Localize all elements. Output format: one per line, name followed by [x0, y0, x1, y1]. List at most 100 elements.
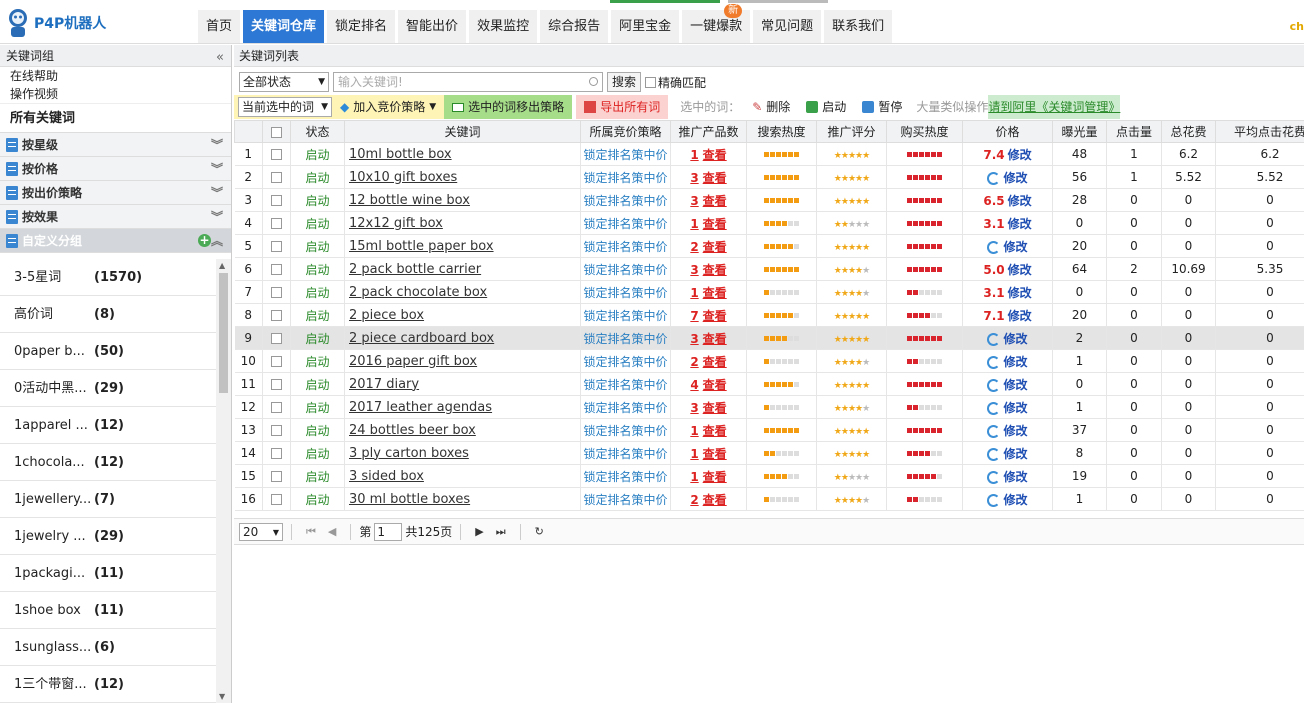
row-checkbox-cell[interactable] [262, 418, 291, 442]
sidebar-group-1[interactable]: 按价格 ︾ [0, 157, 231, 181]
strategy-link[interactable]: 锁定排名策中价 [580, 303, 671, 327]
nav-item-8[interactable]: 常见问题 [753, 10, 822, 43]
logo[interactable]: P4P机器人 [6, 8, 106, 38]
row-checkbox-cell[interactable] [262, 257, 291, 281]
prev-page-icon[interactable]: ◀ [328, 525, 336, 538]
status-cell[interactable]: 启动 [290, 487, 345, 511]
view-link[interactable]: 查看 [703, 493, 727, 507]
keyword-link[interactable]: 3 sided box [344, 464, 581, 488]
view-link[interactable]: 查看 [703, 447, 727, 461]
search-button[interactable]: 搜索 [607, 72, 642, 92]
row-checkbox[interactable] [271, 310, 282, 321]
view-link[interactable]: 查看 [703, 309, 727, 323]
row-checkbox-cell[interactable] [262, 372, 291, 396]
row-checkbox-cell[interactable] [262, 188, 291, 212]
status-cell[interactable]: 启动 [290, 349, 345, 373]
status-cell[interactable]: 启动 [290, 372, 345, 396]
nav-item-5[interactable]: 综合报告 [540, 10, 609, 43]
table-row[interactable]: 2 启动 10x10 gift boxes 锁定排名策中价 3 查看 ★★★★★ 修改 56 1 5… [234, 165, 1304, 189]
row-checkbox[interactable] [271, 195, 282, 206]
strategy-link[interactable]: 锁定排名策中价 [580, 349, 671, 373]
product-count[interactable]: 4 [690, 378, 698, 392]
row-checkbox-cell[interactable] [262, 142, 291, 166]
select-all-checkbox[interactable] [271, 126, 282, 138]
add-group-icon[interactable]: + [198, 234, 211, 247]
view-link[interactable]: 查看 [703, 355, 727, 369]
row-checkbox[interactable] [271, 402, 282, 413]
add-strategy-button[interactable]: ◆ 加入竞价策略 ▼ [340, 95, 436, 119]
list-item[interactable]: 0paper b... (50) [0, 333, 216, 370]
table-row[interactable]: 9 启动 2 piece cardboard box 锁定排名策中价 3 查看 ★★★★★ 修… [234, 326, 1304, 350]
remove-strategy-button[interactable]: 选中的词移出策略 [444, 95, 573, 119]
status-cell[interactable]: 启动 [290, 464, 345, 488]
chevron-down-icon[interactable]: ︾ [211, 181, 223, 205]
modify-link[interactable]: 修改 [1008, 286, 1032, 300]
strategy-link[interactable]: 锁定排名策中价 [580, 418, 671, 442]
modify-link[interactable]: 修改 [1003, 447, 1027, 461]
strategy-link[interactable]: 锁定排名策中价 [580, 487, 671, 511]
keyword-link[interactable]: 12x12 gift box [344, 211, 581, 235]
list-item[interactable]: 1chocola... (12) [0, 444, 216, 481]
modify-link[interactable]: 修改 [1008, 194, 1032, 208]
row-checkbox[interactable] [271, 494, 282, 505]
keyword-link[interactable]: 2016 paper gift box [344, 349, 581, 373]
strategy-link[interactable]: 锁定排名策中价 [580, 142, 671, 166]
view-link[interactable]: 查看 [703, 401, 727, 415]
scroll-thumb[interactable] [219, 273, 228, 393]
row-checkbox[interactable] [271, 264, 282, 275]
nav-item-1[interactable]: 关键词仓库 [243, 10, 325, 43]
modify-link[interactable]: 修改 [1003, 332, 1027, 346]
next-page-icon[interactable]: ▶ [475, 525, 483, 538]
product-count[interactable]: 1 [690, 424, 698, 438]
chevron-up-icon[interactable]: ︽ [211, 229, 223, 253]
row-checkbox[interactable] [271, 218, 282, 229]
product-count[interactable]: 3 [690, 332, 698, 346]
row-checkbox[interactable] [271, 425, 282, 436]
strategy-link[interactable]: 锁定排名策中价 [580, 464, 671, 488]
row-checkbox[interactable] [271, 149, 282, 160]
refresh-icon[interactable] [987, 355, 1001, 369]
modify-link[interactable]: 修改 [1003, 470, 1027, 484]
strategy-link[interactable]: 锁定排名策中价 [580, 257, 671, 281]
strategy-link[interactable]: 锁定排名策中价 [580, 326, 671, 350]
table-row[interactable]: 6 启动 2 pack bottle carrier 锁定排名策中价 3 查看 ★★★★★ 5… [234, 257, 1304, 281]
sidebar-group-0[interactable]: 按星级 ︾ [0, 133, 231, 157]
collapse-icon[interactable]: « [216, 47, 224, 69]
help-link[interactable]: 在线帮助 [0, 67, 231, 85]
product-count[interactable]: 2 [690, 355, 698, 369]
table-row[interactable]: 8 启动 2 piece box 锁定排名策中价 7 查看 ★★★★★ 7.1 修改 20 0 0 0 [234, 303, 1304, 327]
table-row[interactable]: 11 启动 2017 diary 锁定排名策中价 4 查看 ★★★★★ 修改 0 0 0 0 [234, 372, 1304, 396]
product-count[interactable]: 2 [690, 493, 698, 507]
status-cell[interactable]: 启动 [290, 326, 345, 350]
modify-link[interactable]: 修改 [1008, 309, 1032, 323]
list-item[interactable]: 3-5星词 (1570) [0, 259, 216, 296]
row-checkbox[interactable] [271, 448, 282, 459]
keyword-link[interactable]: 3 ply carton boxes [344, 441, 581, 465]
chevron-down-icon[interactable]: ︾ [211, 205, 223, 229]
last-page-icon[interactable]: ⏭ [496, 525, 506, 539]
modify-link[interactable]: 修改 [1008, 217, 1032, 231]
scroll-up-icon[interactable]: ▲ [219, 261, 225, 270]
modify-link[interactable]: 修改 [1003, 401, 1027, 415]
view-link[interactable]: 查看 [703, 470, 727, 484]
view-link[interactable]: 查看 [703, 263, 727, 277]
status-cell[interactable]: 启动 [290, 303, 345, 327]
current-select[interactable]: 当前选中的词 ▼ [238, 97, 332, 117]
modify-link[interactable]: 修改 [1008, 263, 1032, 277]
product-count[interactable]: 7 [690, 309, 698, 323]
product-count[interactable]: 1 [690, 470, 698, 484]
table-row[interactable]: 14 启动 3 ply carton boxes 锁定排名策中价 1 查看 ★★★★★ 修改 8… [234, 441, 1304, 465]
status-cell[interactable]: 启动 [290, 441, 345, 465]
row-checkbox-cell[interactable] [262, 280, 291, 304]
keyword-link[interactable]: 2 piece cardboard box [344, 326, 581, 350]
video-link[interactable]: 操作视频 [0, 85, 231, 103]
keyword-link[interactable]: 15ml bottle paper box [344, 234, 581, 258]
table-row[interactable]: 12 启动 2017 leather agendas 锁定排名策中价 3 查看 ★★★★★ 修… [234, 395, 1304, 419]
row-checkbox[interactable] [271, 471, 282, 482]
list-item[interactable]: 1三个带窗... (12) [0, 666, 216, 703]
nav-item-0[interactable]: 首页 [198, 10, 241, 43]
row-checkbox[interactable] [271, 241, 282, 252]
view-link[interactable]: 查看 [703, 332, 727, 346]
exact-match-checkbox[interactable] [645, 76, 657, 88]
modify-link[interactable]: 修改 [1003, 240, 1027, 254]
